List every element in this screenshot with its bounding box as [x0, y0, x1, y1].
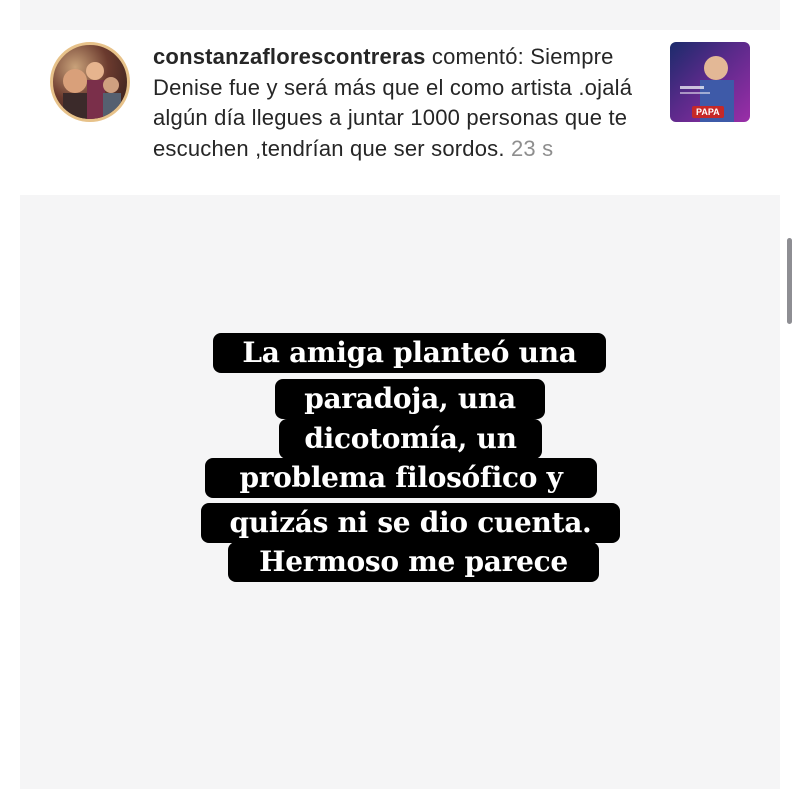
- caption-line: La amiga planteó una: [213, 333, 606, 373]
- thumbnail-label: PAPA: [692, 106, 724, 118]
- caption-line: Hermoso me parece: [228, 542, 599, 582]
- comment-text: constanzaflorescontreras comentó: Siempr…: [153, 42, 658, 164]
- caption-line: paradoja, una: [275, 379, 545, 419]
- comment-action: comentó:: [431, 44, 524, 69]
- previous-item-strip: [20, 0, 780, 30]
- avatar[interactable]: [50, 42, 130, 122]
- comment-timestamp: 23 s: [511, 135, 554, 161]
- scrollbar[interactable]: [787, 238, 792, 324]
- comment-username[interactable]: constanzaflorescontreras: [153, 44, 426, 69]
- caption-line: dicotomía, un: [279, 419, 542, 459]
- comment-notification[interactable]: constanzaflorescontreras comentó: Siempr…: [20, 30, 780, 195]
- caption-line: problema filosófico y: [205, 458, 597, 498]
- post-thumbnail[interactable]: PAPA: [670, 42, 750, 122]
- profile-photo-icon: [63, 62, 121, 119]
- caption-line: quizás ni se dio cuenta.: [201, 503, 620, 543]
